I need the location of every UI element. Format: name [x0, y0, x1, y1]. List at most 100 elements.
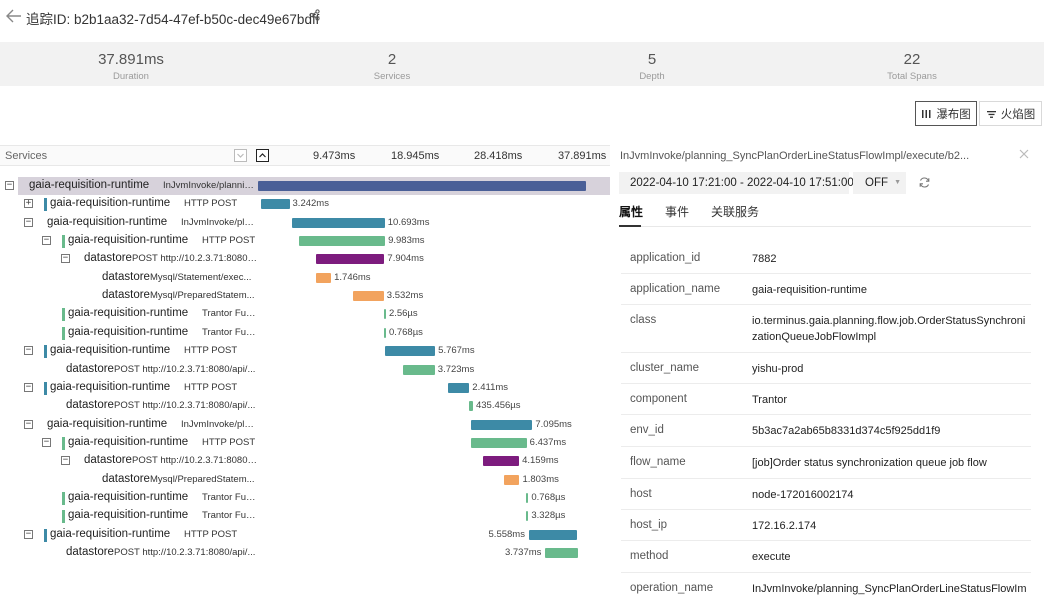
attribute-row: operation_name InJvmInvoke/planning_SyncP… — [621, 573, 1031, 596]
span-duration-bar[interactable] — [315, 254, 385, 265]
arrow-left-icon[interactable] — [5, 8, 23, 24]
span-row[interactable]: datastore Mysql/PreparedStatem... 3.532ms — [0, 287, 610, 305]
tab-related-services[interactable]: 关联服务 — [711, 203, 759, 220]
span-service-name: gaia-requisition-runtime — [68, 307, 189, 320]
span-row[interactable]: − gaia-requisition-runtime HTTP POST 5.767m… — [0, 342, 610, 360]
span-duration-bar[interactable] — [402, 364, 435, 375]
tab-attributes[interactable]: 属性 — [619, 203, 643, 220]
time-range-picker[interactable]: 2022-04-10 17:21:00 - 2022-04-10 17:51:0… — [619, 172, 854, 194]
attribute-row: application_id 7882 — [621, 243, 1031, 274]
collapse-icon[interactable]: − — [42, 437, 51, 447]
span-duration-bar[interactable] — [483, 456, 520, 467]
span-row[interactable]: datastore POST http://10.2.3.71:8080/api/… — [0, 544, 610, 562]
waterfall-icon — [922, 109, 931, 118]
service-color-tag — [62, 436, 65, 450]
span-row[interactable]: datastore POST http://10.2.3.71:8080/api/… — [0, 361, 610, 379]
collapse-icon[interactable]: − — [61, 456, 70, 466]
waterfall-view-button[interactable]: 瀑布图 — [915, 101, 977, 126]
service-color-tag — [62, 235, 65, 249]
span-duration-bar[interactable] — [383, 327, 386, 338]
span-row[interactable]: gaia-requisition-runtime Trantor Function… — [0, 507, 610, 525]
span-service-name: gaia-requisition-runtime — [47, 417, 168, 430]
attribute-value: [job]Order status synchronization queue … — [752, 457, 987, 469]
span-row[interactable]: − gaia-requisition-runtime HTTP POST 2.411m… — [0, 379, 610, 397]
stat-value: 22 — [903, 51, 921, 68]
flame-view-button[interactable]: 火焰图 — [979, 101, 1042, 126]
share-icon[interactable] — [309, 9, 320, 21]
span-duration-bar[interactable] — [470, 437, 527, 448]
collapse-icon[interactable]: − — [5, 181, 14, 190]
collapse-icon[interactable]: − — [24, 529, 33, 539]
auto-refresh-select[interactable]: OFF ▼ — [853, 172, 906, 194]
attribute-row: env_id 5b3ac7a2ab65b8331d374c5f925dd1f9 — [621, 415, 1031, 447]
span-duration-label: 4.159ms — [522, 455, 559, 467]
span-duration-bar[interactable] — [469, 401, 473, 412]
attribute-value: 5b3ac7a2ab65b8331d374c5f925dd1f9 — [752, 425, 941, 437]
span-row[interactable]: − gaia-requisition-runtime InJvmInvoke/pla… — [0, 416, 610, 434]
span-duration-bar[interactable] — [503, 474, 520, 485]
span-operation-name: InJvmInvoke/plannin... — [181, 216, 258, 228]
span-duration-bar[interactable] — [448, 382, 470, 393]
span-row[interactable]: − gaia-requisition-runtime HTTP POST 5.558m… — [0, 526, 610, 544]
collapse-all-icon[interactable] — [256, 149, 269, 162]
collapse-icon[interactable]: − — [24, 346, 33, 356]
span-duration-label: 1.746ms — [334, 271, 371, 283]
span-row[interactable]: − gaia-requisition-runtime InJvmInvoke/pla… — [0, 177, 610, 195]
span-row[interactable]: − datastore POST http://10.2.3.71:8080/...… — [0, 452, 610, 470]
span-duration-bar[interactable] — [528, 529, 578, 540]
span-duration-bar[interactable] — [526, 492, 529, 503]
span-duration-label: 5.558ms — [488, 528, 525, 540]
span-row[interactable]: datastore Mysql/Statement/exec... 1.746ms — [0, 269, 610, 287]
span-duration-label: 3.328µs — [531, 510, 566, 522]
service-color-tag — [44, 528, 47, 542]
span-duration-bar[interactable] — [315, 272, 332, 283]
span-operation-name: Mysql/PreparedStatem... — [150, 290, 255, 302]
span-row[interactable]: − datastore POST http://10.2.3.71:8080/...… — [0, 250, 610, 268]
timeline-tick: 28.418ms — [474, 150, 523, 162]
span-duration-bar[interactable] — [385, 346, 436, 357]
span-row[interactable]: gaia-requisition-runtime Trantor Function… — [0, 305, 610, 323]
span-row[interactable]: datastore POST http://10.2.3.71:8080/api/… — [0, 397, 610, 415]
detail-tabs: 属性 事件 关联服务 — [619, 203, 1031, 227]
span-row[interactable]: − gaia-requisition-runtime InJvmInvoke/pla… — [0, 214, 610, 232]
span-row[interactable]: − gaia-requisition-runtime HTTP POST 9.983m… — [0, 232, 610, 250]
span-duration-bar[interactable] — [353, 291, 384, 302]
collapse-icon[interactable]: − — [61, 254, 70, 264]
span-service-name: datastore — [66, 399, 114, 412]
span-row[interactable]: − gaia-requisition-runtime HTTP POST 6.437m… — [0, 434, 610, 452]
attribute-key: host_ip — [630, 519, 668, 531]
span-row[interactable]: + gaia-requisition-runtime HTTP POST 3.242m… — [0, 195, 610, 213]
span-duration-bar[interactable] — [298, 236, 386, 247]
span-duration-bar[interactable] — [545, 548, 578, 558]
expand-icon[interactable]: + — [24, 199, 33, 209]
span-duration-label: 2.411ms — [472, 381, 509, 393]
attribute-row: host node-172016002174 — [621, 479, 1031, 510]
span-operation-name: Mysql/Statement/exec... — [150, 271, 252, 283]
span-service-name: datastore — [84, 454, 132, 467]
collapse-icon[interactable]: − — [24, 419, 33, 429]
refresh-icon[interactable] — [918, 176, 931, 189]
span-duration-bar[interactable] — [261, 199, 290, 210]
span-duration-bar[interactable] — [258, 181, 586, 191]
span-row[interactable]: gaia-requisition-runtime Trantor Function… — [0, 489, 610, 507]
span-duration-bar[interactable] — [526, 511, 529, 522]
span-duration-bar[interactable] — [470, 419, 533, 430]
collapse-icon[interactable]: − — [24, 382, 33, 392]
tab-events[interactable]: 事件 — [665, 203, 689, 220]
span-operation-name: POST http://10.2.3.71:8080/api/... — [114, 547, 256, 558]
services-column-label: Services — [5, 150, 48, 162]
span-row[interactable]: datastore Mysql/PreparedStatem... 1.803ms — [0, 471, 610, 489]
stat-label: Services — [373, 71, 411, 82]
span-duration-label: 2.56µs — [388, 308, 418, 320]
span-operation-name: Trantor Function — [202, 326, 258, 338]
timeline-tick: 18.945ms — [391, 150, 440, 162]
collapse-icon[interactable]: − — [24, 217, 33, 227]
expand-all-icon[interactable] — [234, 149, 247, 162]
close-icon[interactable] — [1018, 148, 1030, 160]
collapse-icon[interactable]: − — [42, 236, 51, 246]
span-operation-name: POST http://10.2.3.71:8080/... — [132, 253, 258, 265]
span-row[interactable]: gaia-requisition-runtime Trantor Function… — [0, 324, 610, 342]
span-duration-bar[interactable] — [292, 217, 385, 228]
span-duration-bar[interactable] — [383, 309, 386, 320]
span-service-name: gaia-requisition-runtime — [47, 215, 168, 228]
